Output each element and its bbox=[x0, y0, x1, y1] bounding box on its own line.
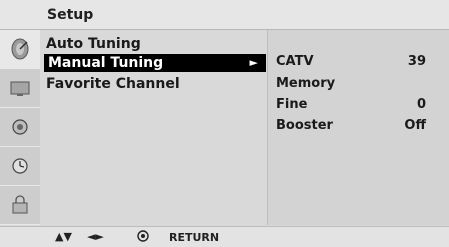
menu-title: Setup bbox=[47, 7, 94, 23]
lock-icon bbox=[12, 195, 28, 214]
menu-item-auto-tuning[interactable]: Auto Tuning bbox=[46, 35, 141, 53]
tv-picture-icon bbox=[10, 81, 30, 96]
submenu-row-catv[interactable]: CATV 39 bbox=[276, 54, 426, 72]
speaker-icon bbox=[12, 119, 28, 135]
main-menu: Auto Tuning Manual Tuning ► Favorite Cha… bbox=[40, 30, 266, 225]
menu-item-manual-tuning[interactable]: Manual Tuning ► bbox=[44, 54, 266, 72]
menu-item-favorite-channel[interactable]: Favorite Channel bbox=[46, 75, 180, 93]
up-down-arrows-icon: ▲▼ bbox=[55, 230, 72, 243]
submenu-arrow-icon: ► bbox=[249, 56, 258, 69]
ok-circle-icon bbox=[137, 230, 149, 242]
submenu-row-fine[interactable]: Fine 0 bbox=[276, 97, 426, 115]
sidebar-item-picture[interactable] bbox=[0, 69, 40, 108]
submenu-panel: CATV 39 Memory Fine 0 Booster Off bbox=[267, 30, 449, 225]
tv-osd-menu: Setup Auto Tuning Manual Tuning ► Favori… bbox=[0, 0, 449, 247]
return-label: RETURN bbox=[169, 231, 220, 244]
icon-sidebar bbox=[0, 30, 40, 225]
antenna-dish-icon bbox=[11, 38, 29, 60]
clock-icon bbox=[12, 158, 28, 174]
sidebar-item-audio[interactable] bbox=[0, 108, 40, 147]
left-right-arrows-icon: ◄► bbox=[87, 230, 104, 243]
sidebar-item-time[interactable] bbox=[0, 147, 40, 186]
title-bar: Setup bbox=[0, 0, 449, 30]
footer-hint-bar: ▲▼ ◄► RETURN bbox=[0, 226, 449, 247]
submenu-row-booster[interactable]: Booster Off bbox=[276, 118, 426, 136]
sidebar-item-setup[interactable] bbox=[0, 30, 40, 69]
sidebar-item-lock[interactable] bbox=[0, 186, 40, 225]
submenu-row-memory[interactable]: Memory bbox=[276, 76, 426, 94]
